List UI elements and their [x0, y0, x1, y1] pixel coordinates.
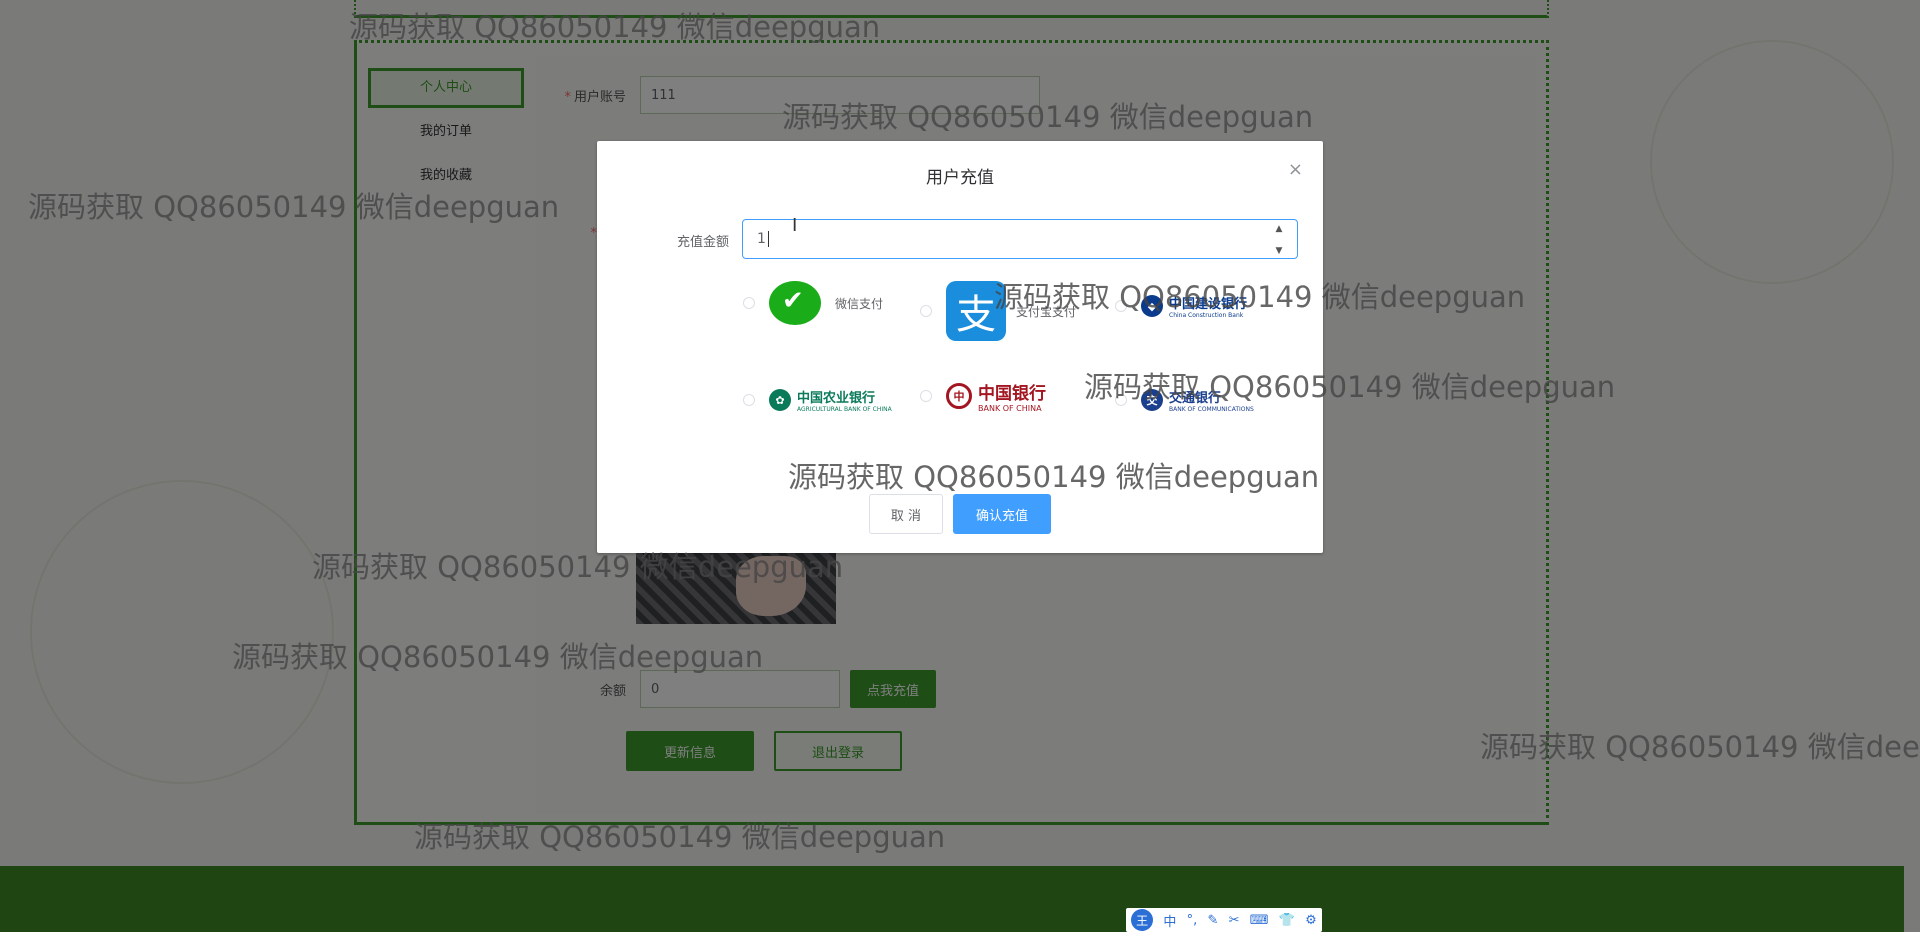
keyboard-icon[interactable]: ⌨ [1250, 913, 1269, 928]
dialog-title: 用户充值 [926, 168, 994, 188]
abc-logo: ✿ 中国农业银行 AGRICULTURAL BANK OF CHINA [769, 387, 892, 413]
ime-logo-icon[interactable]: 王 [1131, 909, 1154, 931]
payment-option-ccb[interactable]: ◆ 中国建设银行 China Construction Bank [1115, 293, 1247, 319]
bocom-logo: 交 交通银行 BANK OF COMMUNICATIONS [1141, 387, 1254, 413]
close-icon[interactable]: × [1288, 159, 1303, 180]
amount-input[interactable]: 1 ▲ ▼ [742, 219, 1298, 259]
boc-name: 中国银行 [978, 384, 1046, 404]
bocom-name-en: BANK OF COMMUNICATIONS [1169, 406, 1254, 413]
pen-icon[interactable]: ✎ [1207, 913, 1218, 928]
recharge-dialog: 用户充值 × 充值金额 1 ▲ ▼ 微信支付 支 支付宝支付 ◆ 中国建设银行 … [597, 141, 1323, 553]
ccb-icon: ◆ [1141, 295, 1163, 317]
gear-icon[interactable]: ⚙ [1305, 913, 1317, 928]
payment-option-abc[interactable]: ✿ 中国农业银行 AGRICULTURAL BANK OF CHINA [743, 387, 892, 413]
bocom-name: 交通银行 [1169, 391, 1222, 406]
radio-abc[interactable] [743, 394, 755, 406]
payment-option-boc[interactable]: 中 中国银行 BANK OF CHINA [920, 379, 1046, 413]
confirm-recharge-button[interactable]: 确认充值 [953, 494, 1051, 534]
punctuation-icon[interactable]: °, [1187, 913, 1198, 928]
amount-stepper[interactable]: ▲ ▼ [1271, 224, 1287, 256]
alipay-icon: 支 [946, 281, 1006, 341]
payment-label-wechat: 微信支付 [835, 296, 884, 311]
amount-label: 充值金额 [676, 235, 729, 250]
ccb-name: 中国建设银行 [1169, 297, 1248, 312]
payment-option-bocom[interactable]: 交 交通银行 BANK OF COMMUNICATIONS [1115, 387, 1254, 413]
boc-name-en: BANK OF CHINA [978, 404, 1042, 413]
chevron-down-icon[interactable]: ▼ [1276, 246, 1283, 256]
boc-icon: 中 [946, 383, 972, 409]
radio-boc[interactable] [920, 390, 932, 402]
boc-logo: 中 中国银行 BANK OF CHINA [946, 379, 1046, 413]
radio-bocom[interactable] [1115, 394, 1127, 406]
radio-wechat[interactable] [743, 297, 755, 309]
radio-alipay[interactable] [920, 305, 932, 317]
skin-icon[interactable]: 👕 [1279, 913, 1295, 928]
abc-icon: ✿ [769, 389, 791, 411]
payment-option-alipay[interactable]: 支 支付宝支付 [920, 281, 1076, 341]
bocom-icon: 交 [1141, 389, 1163, 411]
radio-ccb[interactable] [1115, 300, 1127, 312]
ime-toolbar: 王 中 °, ✎ ✂ ⌨ 👕 ⚙ [1126, 908, 1322, 932]
ime-mode-toggle[interactable]: 中 [1163, 911, 1176, 930]
amount-value: 1 [757, 231, 766, 247]
wechat-pay-icon [769, 281, 821, 325]
chevron-up-icon[interactable]: ▲ [1276, 224, 1283, 234]
ccb-name-en: China Construction Bank [1169, 312, 1244, 319]
scissors-icon[interactable]: ✂ [1229, 913, 1240, 928]
cancel-button[interactable]: 取 消 [869, 494, 943, 534]
abc-name-en: AGRICULTURAL BANK OF CHINA [797, 406, 892, 413]
abc-name: 中国农业银行 [797, 391, 876, 406]
text-cursor-icon: I [792, 215, 798, 236]
ccb-logo: ◆ 中国建设银行 China Construction Bank [1141, 293, 1247, 319]
payment-label-alipay: 支付宝支付 [1016, 304, 1077, 319]
text-caret [767, 231, 769, 247]
payment-option-wechat[interactable]: 微信支付 [743, 281, 883, 325]
